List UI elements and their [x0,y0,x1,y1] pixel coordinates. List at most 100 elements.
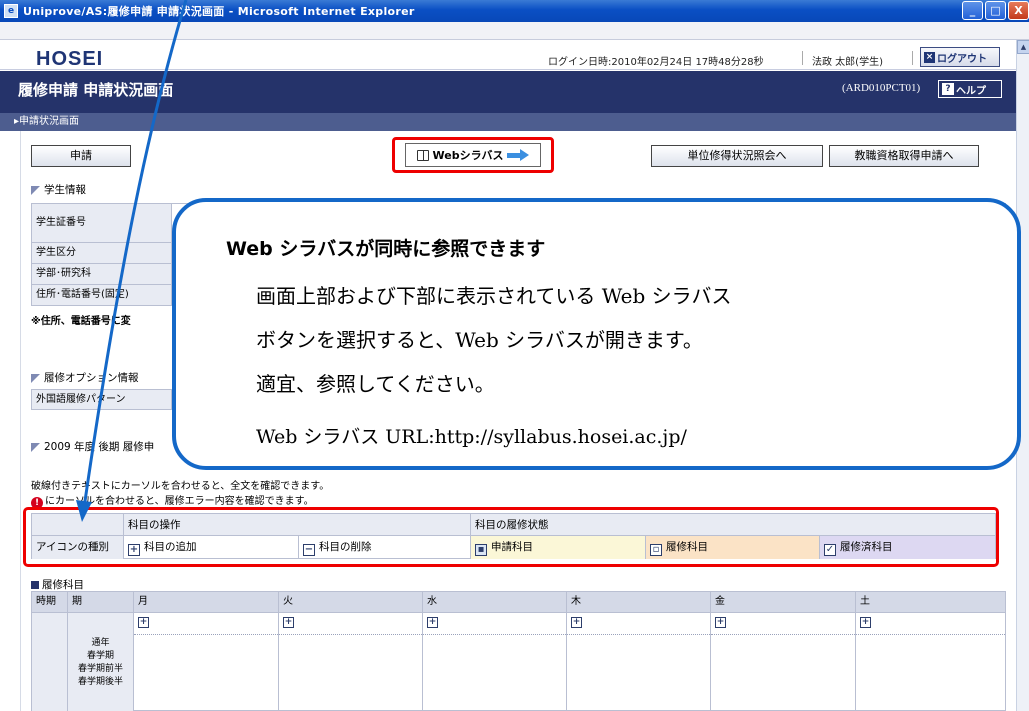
help-label: ヘルプ [956,85,986,97]
applied-course-icon: ▪ [475,544,487,556]
icon-legend: 科目の操作 科目の履修状態 アイコンの種別 + 科目の追加 − 科目の削除 ▪ 申請科… [31,513,996,561]
enrolled-course-icon: ▫ [650,544,662,556]
book-icon [416,149,429,161]
day-cell: + [856,613,1005,711]
callout-line: 画面上部および下部に表示されている Web シラバス [256,284,732,308]
day-cell: + [567,613,711,711]
square-icon [31,580,39,589]
arrow-right-icon [507,149,530,161]
logout-button[interactable]: × ログアウト [920,47,1000,67]
callout-line: 適宜、参照してください。 [256,372,495,396]
legend-remove: − 科目の削除 [299,536,471,559]
add-course-icon[interactable]: + [571,617,582,628]
legend-add: + 科目の追加 [124,536,299,559]
window-title: Uniprove/AS:履修申請 申請状況画面 - Microsoft Inte… [23,5,415,18]
header-divider [802,51,803,65]
scroll-up-icon[interactable]: ▲ [1017,40,1029,54]
hosei-logo: HOSEI [36,48,104,70]
section-heading: 学生情報 [31,181,1006,199]
col-period: 期 [68,592,134,613]
term-label: 春学期前半 [77,664,123,674]
col-day: 水 [423,592,567,613]
help-button[interactable]: ? ヘルプ [938,80,1002,98]
page-title: 履修申請 申請状況画面 [18,81,174,99]
callout-title: Web シラバスが同時に参照できます [226,238,546,260]
legend-ops-header: 科目の操作 [124,514,471,537]
timetable-heading-text: 履修科目 [42,579,84,591]
legend-header-row: 科目の操作 科目の履修状態 [31,513,996,537]
col-time: 時期 [32,592,68,613]
triangle-icon [31,373,40,383]
triangle-icon [31,442,40,452]
add-course-icon[interactable]: + [860,617,871,628]
time-cell [32,613,68,711]
login-datetime: ログイン日時:2010年02月24日 17時48分28秒 [548,57,764,68]
ie-icon: e [4,4,18,18]
row-label: 学部･研究科 [32,264,172,284]
action-button-row: 申請 Webシラバス 単位修得状況照会へ 教職資格取得申請へ [31,137,1006,173]
day-cell: + [423,613,567,711]
screen-code: (ARD010PCT01) [842,82,921,94]
timetable: 時期 期 月 火 水 木 金 土 通年 春学期 春学期前半 春学期後半 + + … [31,591,1006,711]
web-syllabus-label: Webシラバス [432,149,504,162]
add-course-icon[interactable]: + [427,617,438,628]
legend-row-label: アイコンの種別 [32,536,124,559]
term-heading: 2009 年度 後期 履修申 [44,441,155,453]
col-day: 土 [860,596,870,607]
user-name: 法政 太郎(学生) [812,57,883,68]
row-label: 外国語履修パターン [32,390,172,409]
apply-button[interactable]: 申請 [31,145,131,167]
plus-icon: + [128,544,140,556]
browser-chrome [0,22,1029,40]
col-day: 月 [134,592,279,613]
col-day: 木 [567,592,711,613]
syllabus-callout: Web シラバスが同時に参照できます 画面上部および下部に表示されている Web… [172,198,1021,470]
close-icon: × [924,51,935,63]
legend-status-header: 科目の履修状態 [475,519,549,531]
site-header: HOSEI ログイン日時:2010年02月24日 17時48分28秒 法政 太郎… [0,40,1016,70]
completed-course-icon: ✓ [824,544,836,556]
error-hint-text: にカーソルを合わせると、履修エラー内容を確認できます。 [45,496,314,507]
legend-add-label: 科目の追加 [144,541,197,553]
callout-url: Web シラバス URL:http://syllabus.hosei.ac.jp… [256,426,687,448]
page-title-bar: 履修申請 申請状況画面 (ARD010PCT01) ? ヘルプ [0,71,1016,113]
legend-enrolled-label: 履修科目 [666,541,708,553]
row-label: 学生証番号 [32,204,172,242]
question-icon: ? [942,83,954,95]
term-label: 春学期後半 [77,677,123,687]
row-label: 学生区分 [32,243,172,263]
header-divider [912,51,913,65]
col-day: 火 [279,592,423,613]
breadcrumb: ▸申請状況画面 [0,113,1016,131]
term-label: 春学期 [86,651,114,661]
window-titlebar: e Uniprove/AS:履修申請 申請状況画面 - Microsoft In… [0,0,1029,22]
hover-hint: 破線付きテキストにカーソルを合わせると、全文を確認できます。 [31,481,330,492]
triangle-icon [31,185,40,195]
day-cell: + [711,613,856,711]
web-syllabus-button[interactable]: Webシラバス [405,143,541,167]
legend-applied-label: 申請科目 [491,541,533,553]
legend-remove-label: 科目の削除 [319,541,372,553]
left-margin [0,131,21,711]
add-course-icon[interactable]: + [138,617,149,628]
window-controls: _ □ X [962,1,1029,20]
callout-line: ボタンを選択すると、Web シラバスが開きます。 [256,328,703,352]
maximize-button[interactable]: □ [985,1,1006,20]
add-course-icon[interactable]: + [715,617,726,628]
row-label: 住所･電話番号(固定) [32,285,172,305]
day-cell: + [134,613,279,711]
add-course-icon[interactable]: + [283,617,294,628]
col-day: 金 [711,592,856,613]
credit-status-button[interactable]: 単位修得状況照会へ [651,145,823,167]
teaching-license-button[interactable]: 教職資格取得申請へ [829,145,979,167]
close-button[interactable]: X [1008,1,1029,20]
legend-completed: ✓ 履修済科目 [820,536,995,559]
logout-label: ログアウト [937,53,987,65]
term-label: 通年 [91,638,110,648]
legend-corner [32,514,124,537]
legend-completed-label: 履修済科目 [840,541,893,553]
option-info-heading: 履修オプション情報 [44,372,139,384]
minimize-button[interactable]: _ [962,1,983,20]
minus-icon: − [303,544,315,556]
student-info-heading: 学生情報 [44,184,86,196]
